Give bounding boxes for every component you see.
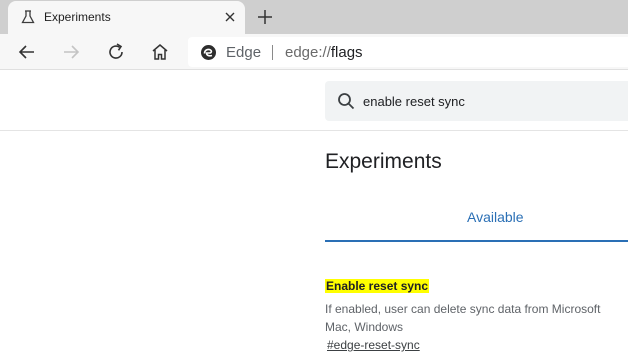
active-tab-indicator [325, 240, 628, 242]
url-text[interactable]: edge://flags [285, 44, 363, 61]
address-bar[interactable]: Edge edge://flags [188, 37, 628, 67]
page-title: Experiments [325, 150, 442, 173]
tab-strip: Experiments [0, 0, 628, 34]
browser-toolbar: Edge edge://flags [0, 34, 628, 70]
url-path: flags [330, 44, 363, 61]
home-icon[interactable] [147, 39, 173, 65]
close-icon[interactable] [223, 10, 237, 24]
search-box[interactable] [325, 81, 628, 121]
experiment-description: If enabled, user can delete sync data fr… [325, 300, 600, 336]
experiment-anchor-link[interactable]: #edge-reset-sync [327, 338, 420, 352]
refresh-icon[interactable] [103, 39, 129, 65]
back-arrow-icon[interactable] [14, 39, 40, 65]
flask-icon [21, 10, 35, 24]
url-prefix: edge:// [285, 44, 331, 61]
experiment-platforms: Mac, Windows [325, 320, 404, 334]
tab-title: Experiments [44, 10, 111, 24]
search-icon [338, 93, 355, 110]
site-label: Edge [226, 44, 262, 61]
experiment-title: Enable reset sync [325, 279, 430, 293]
flags-header [0, 71, 628, 131]
browser-tab-experiments[interactable]: Experiments [8, 1, 245, 34]
edge-logo-icon [201, 45, 216, 60]
experiment-description-line: If enabled, user can delete sync data fr… [325, 302, 601, 316]
new-tab-icon[interactable] [254, 6, 276, 28]
omnibox-separator [272, 45, 273, 60]
search-input[interactable] [363, 91, 613, 111]
forward-arrow-icon[interactable] [58, 39, 84, 65]
tab-available[interactable]: Available [467, 209, 524, 225]
